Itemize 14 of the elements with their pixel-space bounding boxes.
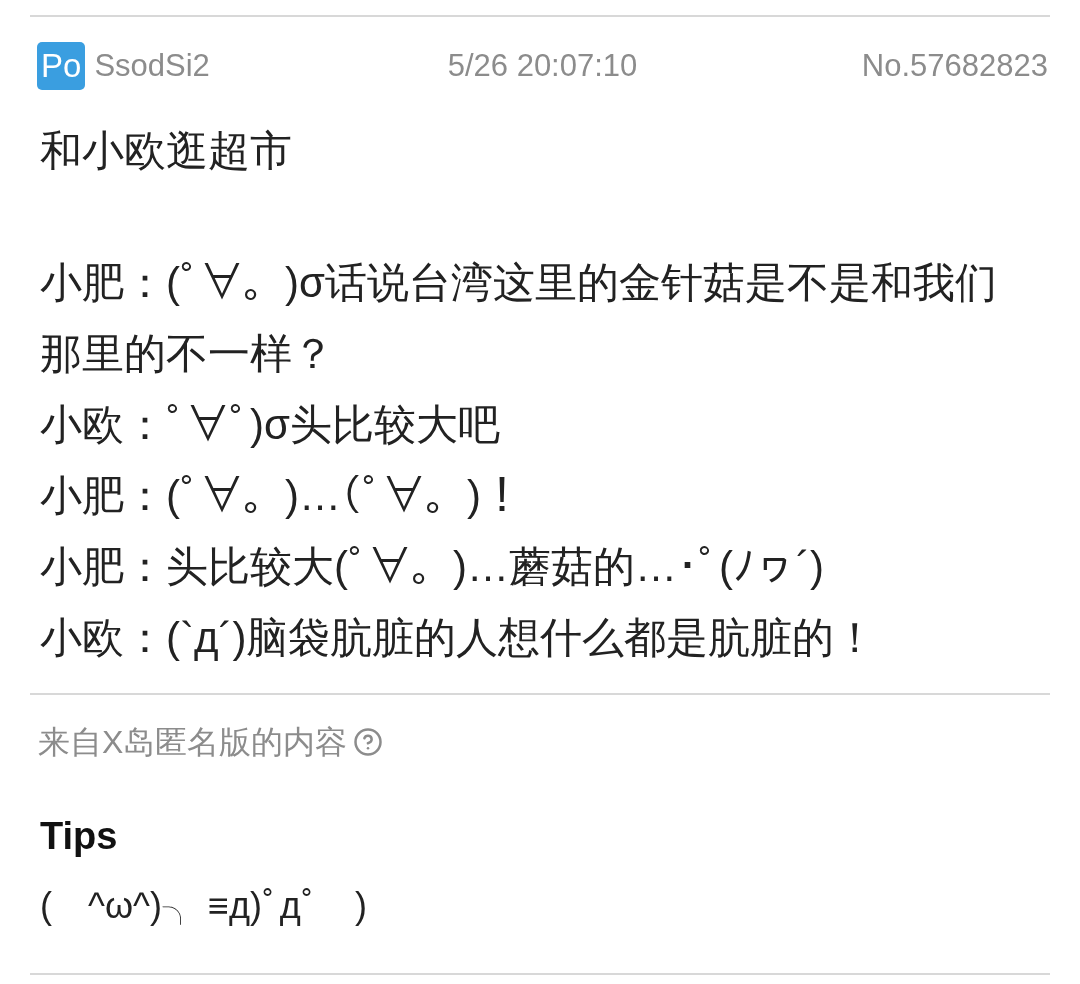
tips-heading: Tips [40,814,118,859]
post-text: 小肥：头比较大(ﾟ∀。)…蘑菇的…･ﾟ(ﾉヮ´) [40,542,825,592]
post-text: 小肥：(ﾟ∀。)σ话说台湾这里的金针菇是不是和我们那里的不一样？ [40,258,998,379]
tips-kaomoji: ( ^ω^)╮ ≡д)ﾟдﾟ ) [40,884,367,928]
user-id: SsodSi2 [94,46,210,85]
post-text: 小肥：(ﾟ∀。)…(ﾟ∀。)！ [40,471,524,521]
poster-badge: Po [37,42,86,90]
source-note: 来自X岛匿名版的内容 [38,723,348,762]
post-time: 5/26 20:07:10 [447,46,638,85]
post-text: 小欧：(`д´)脑袋肮脏的人想什么都是肮脏的！ [40,613,878,663]
post-text: 和小欧逛超市 [40,126,293,176]
post-text: 小欧：ﾟ∀ﾟ)σ头比较大吧 [40,400,501,450]
help-icon[interactable] [353,727,384,757]
post-number: No.57682823 [861,46,1048,85]
